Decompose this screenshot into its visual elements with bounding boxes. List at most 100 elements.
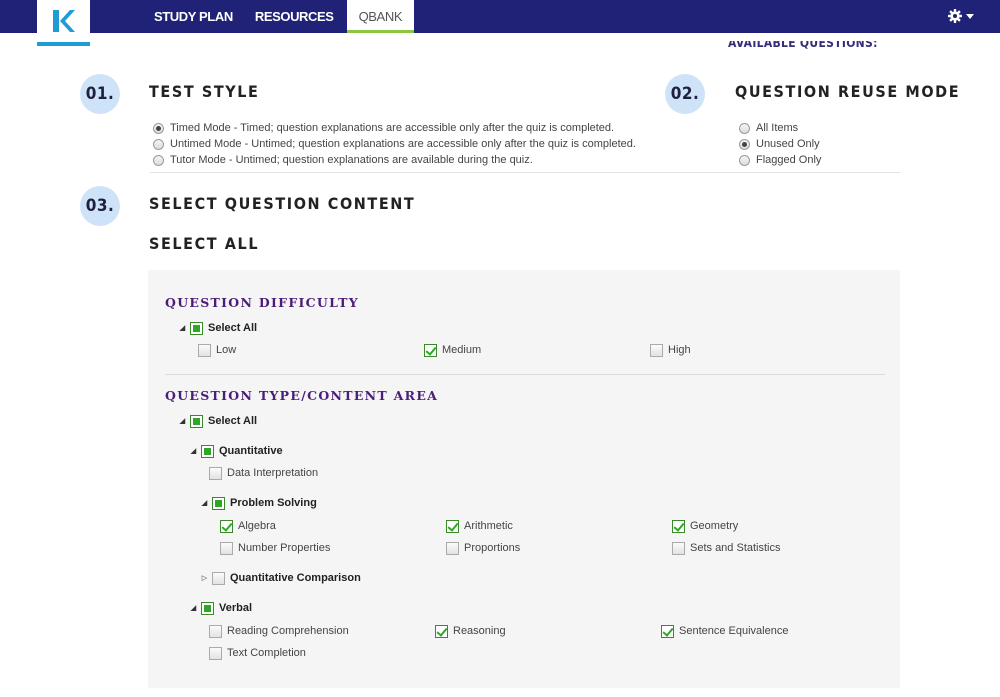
checkbox[interactable] — [190, 414, 203, 428]
settings-menu-button[interactable] — [948, 9, 974, 23]
panel-divider — [165, 374, 885, 375]
radio-flagged-only[interactable]: Flagged Only — [739, 154, 821, 166]
tree-number-properties[interactable]: Number Properties — [220, 540, 330, 556]
checkbox-label: Sentence Equivalence — [679, 625, 789, 637]
tree-algebra[interactable]: Algebra — [220, 518, 276, 534]
radio-button[interactable] — [153, 138, 164, 150]
checkbox-label: Data Interpretation — [227, 467, 319, 479]
checkbox-label: Reasoning — [453, 625, 506, 637]
checkbox-label: Quantitative Comparison — [230, 572, 361, 584]
checkbox-label: Proportions — [464, 542, 521, 554]
chevron-down-icon — [966, 13, 974, 19]
step-badge-02: 02. — [665, 74, 705, 114]
radio-untimed-mode[interactable]: Untimed Mode - Untimed; question explana… — [153, 138, 636, 150]
radio-label: Untimed Mode - Untimed; question explana… — [170, 138, 636, 150]
checkbox-label: Low — [216, 344, 237, 356]
checkbox-label: Select All — [208, 322, 258, 334]
expand-triangle-icon[interactable] — [200, 574, 209, 582]
question-content-title: SELECT QUESTION CONTENT — [149, 194, 416, 213]
radio-button[interactable] — [153, 154, 164, 166]
checkbox[interactable] — [446, 541, 459, 555]
collapse-triangle-icon[interactable] — [200, 499, 209, 507]
tree-proportions[interactable]: Proportions — [446, 540, 520, 556]
content-area-heading: QUESTION TYPE/CONTENT AREA — [165, 388, 439, 403]
checkbox-label: Text Completion — [227, 647, 306, 659]
checkbox-label: Number Properties — [238, 542, 331, 554]
tree-sentence-equivalence[interactable]: Sentence Equivalence — [661, 623, 788, 639]
radio-button[interactable] — [153, 122, 164, 134]
difficulty-medium[interactable]: Medium — [424, 342, 481, 358]
difficulty-high[interactable]: High — [650, 342, 691, 358]
checkbox[interactable] — [212, 496, 225, 510]
checkbox[interactable] — [209, 466, 222, 480]
tree-quantitative[interactable]: Quantitative — [189, 443, 283, 459]
radio-label: Timed Mode - Timed; question explanation… — [170, 122, 615, 134]
kaplan-logo[interactable] — [37, 0, 90, 46]
nav-resources[interactable]: RESOURCES — [244, 0, 345, 33]
radio-label: Tutor Mode - Untimed; question explanati… — [170, 154, 533, 166]
nav-study-plan[interactable]: STUDY PLAN — [143, 0, 244, 33]
checkbox[interactable] — [209, 624, 222, 638]
checkbox-label: Problem Solving — [230, 497, 317, 509]
checkbox-label: Algebra — [238, 520, 276, 532]
tree-arithmetic[interactable]: Arithmetic — [446, 518, 513, 534]
available-questions-label: AVAILABLE QUESTIONS: — [728, 41, 878, 54]
checkbox[interactable] — [424, 343, 437, 357]
checkbox[interactable] — [201, 444, 214, 458]
checkbox[interactable] — [212, 571, 225, 585]
checkbox[interactable] — [190, 321, 203, 335]
radio-button[interactable] — [739, 122, 750, 134]
reuse-mode-title: QUESTION REUSE MODE — [735, 82, 961, 101]
tree-sets-and-statistics[interactable]: Sets and Statistics — [672, 540, 781, 556]
tree-problem-solving[interactable]: Problem Solving — [200, 495, 317, 511]
radio-label: All Items — [756, 122, 799, 134]
select-all-content-link[interactable]: SELECT ALL — [149, 234, 259, 253]
difficulty-select-all[interactable]: Select All — [178, 320, 257, 336]
nav-qbank[interactable]: QBANK — [346, 0, 415, 33]
checkbox[interactable] — [672, 541, 685, 555]
checkbox-label: Reading Comprehension — [227, 625, 349, 637]
tree-reasoning[interactable]: Reasoning — [435, 623, 506, 639]
difficulty-low[interactable]: Low — [198, 342, 236, 358]
radio-button[interactable] — [739, 154, 750, 166]
checkbox-label: High — [668, 344, 691, 356]
radio-all-items[interactable]: All Items — [739, 122, 798, 134]
available-questions-text: AVAILABLE QUESTIONS: — [728, 41, 878, 50]
checkbox[interactable] — [201, 601, 214, 615]
radio-button[interactable] — [739, 138, 750, 150]
kaplan-logo-icon — [52, 10, 75, 32]
collapse-triangle-icon[interactable] — [178, 324, 187, 332]
radio-label: Flagged Only — [756, 154, 822, 166]
checkbox-label: Select All — [208, 415, 258, 427]
tree-data-interpretation[interactable]: Data Interpretation — [209, 465, 318, 481]
step-badge-01: 01. — [80, 74, 120, 114]
checkbox[interactable] — [446, 519, 459, 533]
checkbox[interactable] — [220, 541, 233, 555]
radio-timed-mode[interactable]: Timed Mode - Timed; question explanation… — [153, 122, 614, 134]
main-nav: STUDY PLAN RESOURCES QBANK — [143, 0, 415, 33]
tree-verbal[interactable]: Verbal — [189, 600, 252, 616]
checkbox-label: Quantitative — [219, 445, 283, 457]
content-area-select-all[interactable]: Select All — [178, 413, 257, 429]
radio-tutor-mode[interactable]: Tutor Mode - Untimed; question explanati… — [153, 154, 533, 166]
checkbox-label: Medium — [442, 344, 482, 356]
collapse-triangle-icon[interactable] — [189, 604, 198, 612]
step-badge-03: 03. — [80, 186, 120, 226]
checkbox[interactable] — [435, 624, 448, 638]
difficulty-heading: QUESTION DIFFICULTY — [165, 295, 359, 310]
checkbox[interactable] — [198, 343, 211, 357]
collapse-triangle-icon[interactable] — [189, 447, 198, 455]
gear-icon — [948, 9, 962, 23]
collapse-triangle-icon[interactable] — [178, 417, 187, 425]
tree-reading-comprehension[interactable]: Reading Comprehension — [209, 623, 349, 639]
tree-text-completion[interactable]: Text Completion — [209, 645, 306, 661]
checkbox[interactable] — [209, 646, 222, 660]
checkbox-label: Sets and Statistics — [690, 542, 781, 554]
radio-unused-only[interactable]: Unused Only — [739, 138, 820, 150]
checkbox[interactable] — [672, 519, 685, 533]
checkbox[interactable] — [661, 624, 674, 638]
checkbox[interactable] — [220, 519, 233, 533]
tree-quantitative-comparison[interactable]: Quantitative Comparison — [200, 570, 361, 586]
checkbox[interactable] — [650, 343, 663, 357]
tree-geometry[interactable]: Geometry — [672, 518, 738, 534]
